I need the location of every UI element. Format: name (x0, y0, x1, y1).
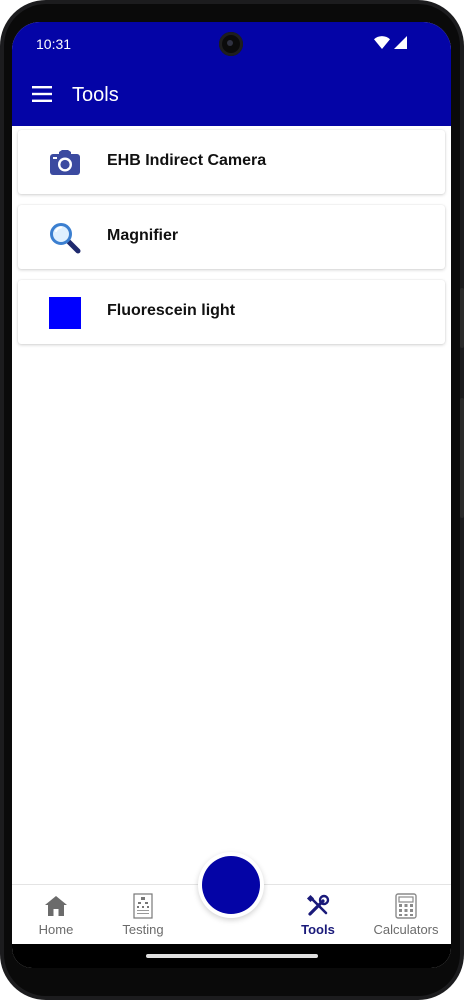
tool-label: Fluorescein light (107, 302, 236, 319)
status-icons (374, 36, 407, 54)
nav-label: Home (38, 922, 74, 937)
system-navigation-area (12, 944, 451, 968)
nav-item-home[interactable]: Home (16, 893, 96, 937)
floating-action-button[interactable] (202, 856, 260, 914)
camera-icon (48, 146, 82, 180)
nav-label: Calculators (373, 922, 439, 937)
nav-item-testing[interactable]: Testing (103, 893, 183, 937)
phone-frame: 10:31 Tools EHB Indirect Camera Magnifie… (0, 0, 464, 1000)
tool-item-fluorescein-light[interactable]: Fluorescein light (18, 280, 445, 344)
page-title: Tools (72, 84, 119, 106)
volume-button (460, 288, 464, 348)
tools-list: EHB Indirect Camera Magnifier Fluorescei… (18, 130, 445, 355)
tool-item-magnifier[interactable]: Magnifier (18, 205, 445, 269)
eye-chart-icon (103, 893, 183, 919)
nav-label: Testing (122, 922, 164, 937)
tool-item-camera[interactable]: EHB Indirect Camera (18, 130, 445, 194)
front-camera (219, 32, 243, 56)
cellular-signal-icon (394, 36, 407, 54)
tools-icon (278, 893, 358, 919)
nav-label: Tools (301, 922, 335, 937)
screen: 10:31 Tools EHB Indirect Camera Magnifie… (12, 22, 451, 968)
blue-square-icon (48, 296, 82, 330)
home-icon (16, 893, 96, 919)
magnifier-icon (48, 221, 82, 255)
hamburger-menu-button[interactable] (30, 82, 54, 106)
status-time: 10:31 (36, 36, 72, 52)
tool-label: Magnifier (107, 227, 179, 244)
wifi-icon (374, 36, 390, 54)
tool-label: EHB Indirect Camera (107, 152, 267, 169)
calculator-icon (366, 893, 446, 919)
gesture-handle[interactable] (146, 954, 318, 958)
hamburger-menu-icon (32, 86, 52, 102)
nav-item-tools[interactable]: Tools (278, 893, 358, 937)
nav-item-calculators[interactable]: Calculators (366, 893, 446, 937)
power-button (460, 398, 464, 518)
app-bar: 10:31 Tools (12, 22, 451, 126)
